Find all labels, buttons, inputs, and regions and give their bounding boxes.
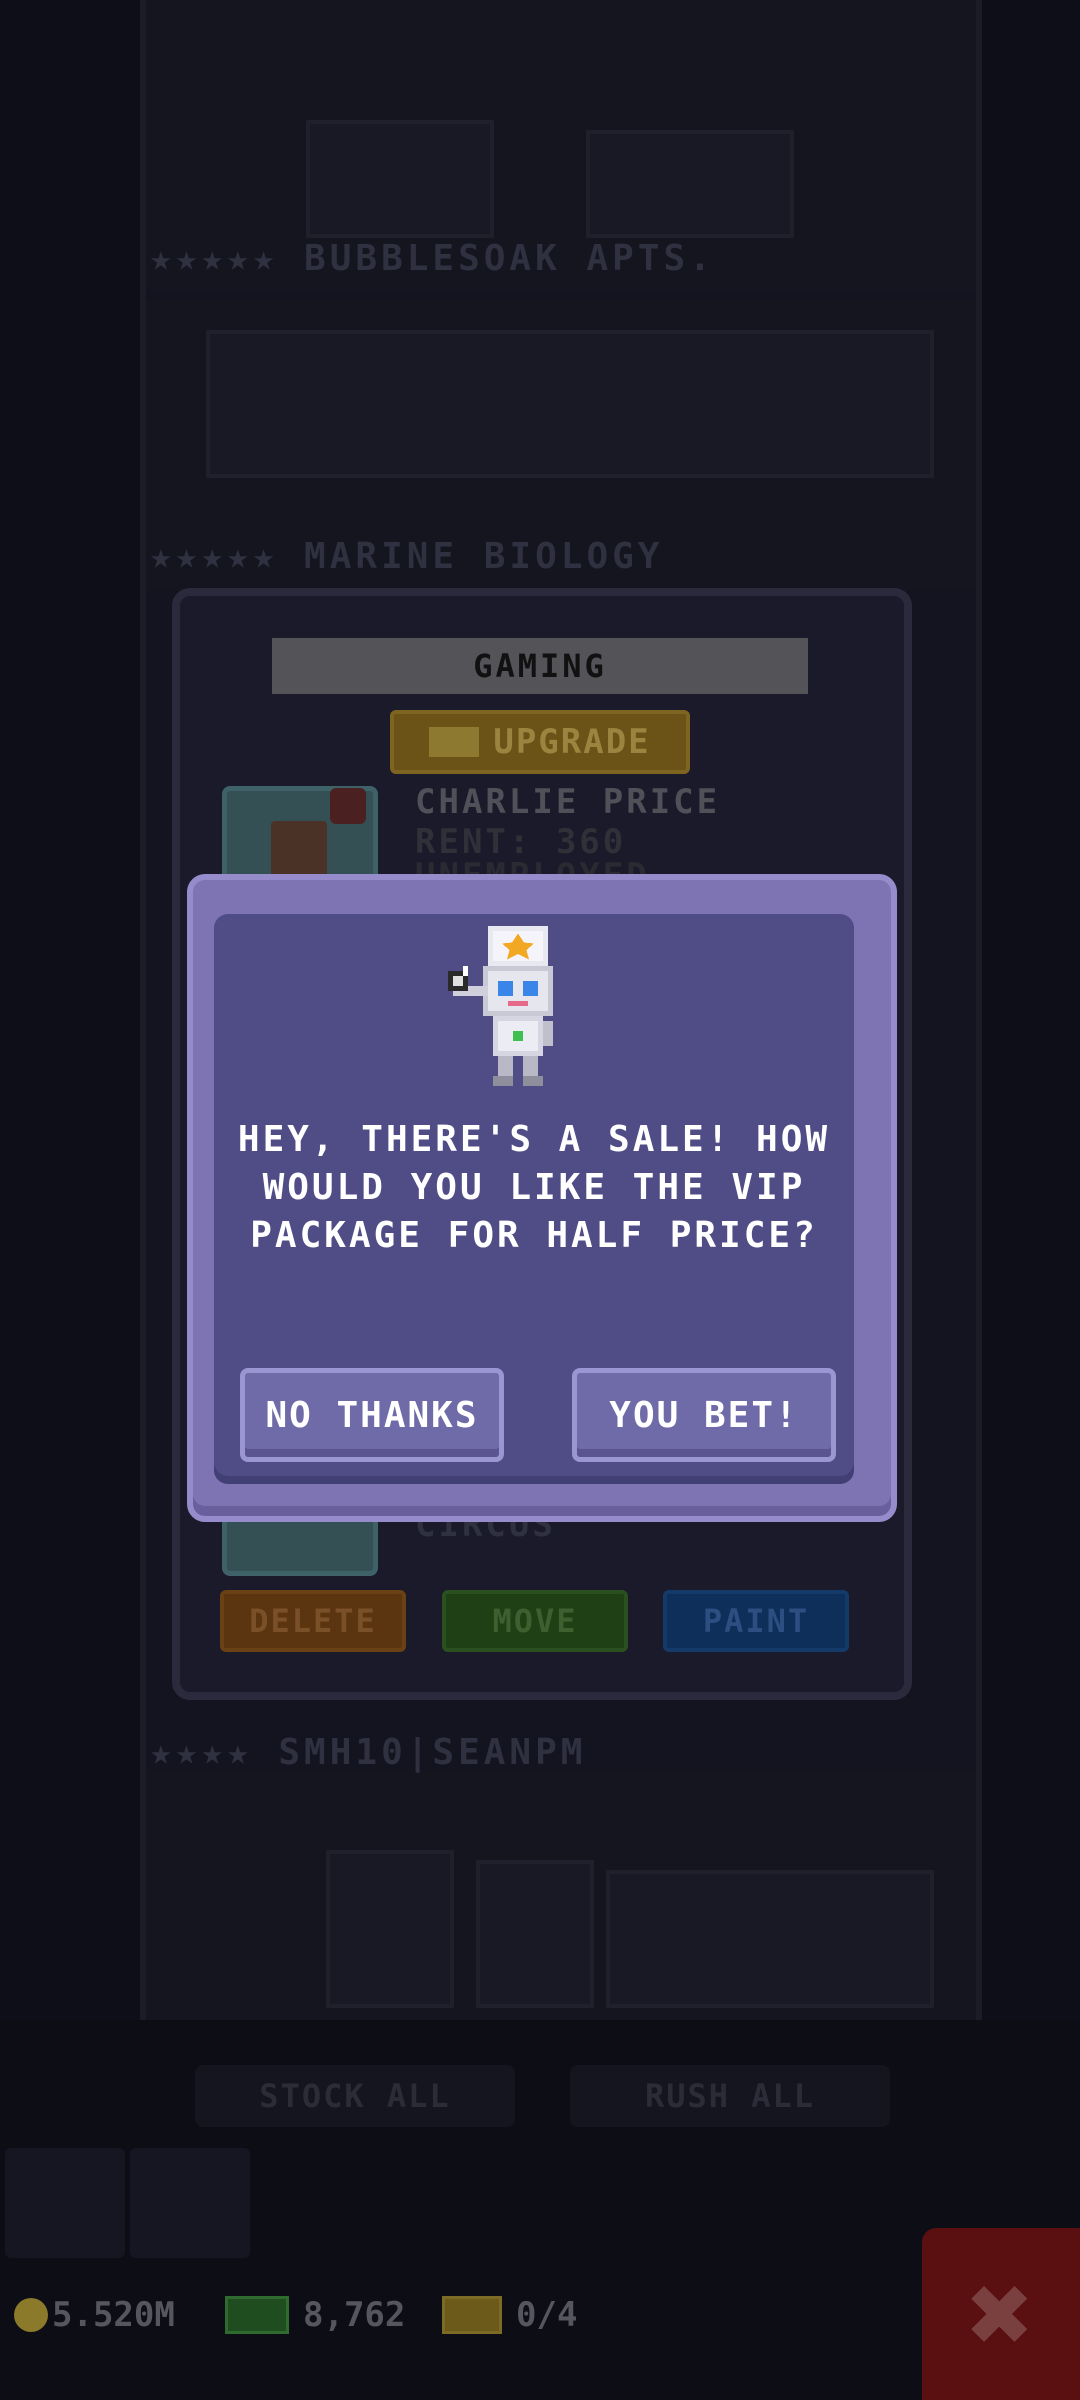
floor-room [586, 130, 794, 238]
right-side-background [976, 0, 1080, 2020]
delete-label: DELETE [249, 1602, 377, 1640]
you-bet-label: YOU BET! [609, 1394, 799, 1436]
coin-icon [14, 2298, 48, 2332]
floor-room [476, 1860, 594, 2008]
vip-bellhop-bot-icon [448, 926, 553, 1086]
coins-value: 5.520M [52, 2295, 175, 2335]
vip-value: 0/4 [516, 2295, 578, 2335]
menu-tile[interactable] [130, 2148, 250, 2258]
close-button[interactable]: ✖ [922, 2228, 1080, 2400]
no-thanks-label: NO THANKS [265, 1394, 479, 1436]
left-side-background [0, 0, 140, 2020]
dialog-message: HEY, THERE'S A SALE! HOW WOULD YOU LIKE … [237, 1119, 831, 1256]
move-button[interactable]: MOVE [442, 1590, 628, 1652]
vip-display: 0/4 [442, 2295, 577, 2335]
bux-display: 8,762 [225, 2295, 405, 2335]
rush-all-button[interactable]: RUSH ALL [570, 2065, 890, 2127]
menu-tile[interactable] [5, 2148, 125, 2258]
status-bar [0, 2270, 1080, 2400]
vip-ticket-icon [429, 727, 480, 757]
sad-face-icon [330, 788, 366, 824]
delete-button[interactable]: DELETE [220, 1590, 406, 1652]
stock-all-label: STOCK ALL [259, 2077, 451, 2115]
move-label: MOVE [492, 1602, 578, 1640]
upgrade-label: UPGRADE [493, 722, 651, 762]
floor-room [326, 1850, 454, 2008]
floor-label[interactable]: ★★★★★ MARINE BIOLOGY [150, 536, 663, 577]
coins-display: 5.520M [14, 2295, 175, 2335]
floor-label[interactable]: ★★★★★ BUBBLESOAK APTS. [150, 238, 715, 279]
upgrade-button[interactable]: UPGRADE [390, 710, 690, 774]
floor-room [306, 120, 494, 238]
you-bet-button[interactable]: YOU BET! [572, 1368, 836, 1462]
vip-ticket-icon [442, 2296, 502, 2334]
floor-room [606, 1870, 934, 2008]
stock-all-button[interactable]: STOCK ALL [195, 2065, 515, 2127]
resident-name: CHARLIE PRICE [415, 782, 721, 822]
floor-label[interactable]: ★★★★ SMH10|SEANPM [150, 1732, 586, 1773]
close-icon: ✖ [967, 2250, 1035, 2378]
bux-value: 8,762 [303, 2295, 406, 2335]
resident-face [271, 821, 327, 877]
floor-room [206, 330, 934, 478]
no-thanks-button[interactable]: NO THANKS [240, 1368, 504, 1462]
rush-all-label: RUSH ALL [644, 2077, 816, 2115]
paint-label: PAINT [702, 1602, 810, 1640]
bux-icon [225, 2296, 289, 2334]
floor-title: GAMING [272, 638, 808, 694]
paint-button[interactable]: PAINT [663, 1590, 849, 1652]
